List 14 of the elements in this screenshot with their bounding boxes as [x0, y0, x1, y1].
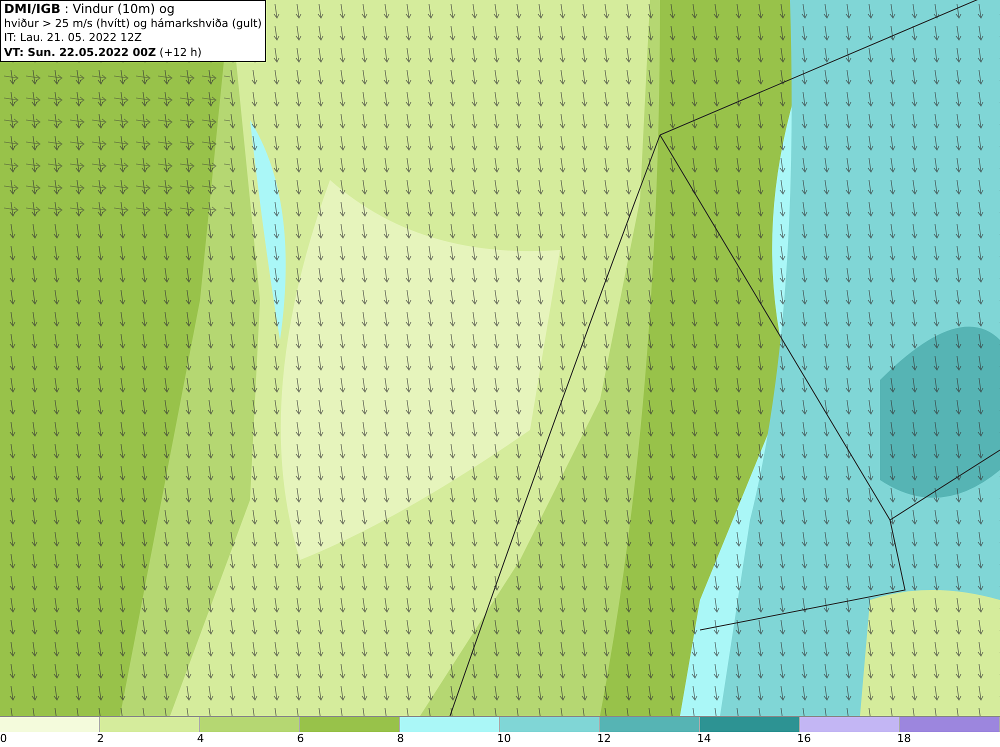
scale-label: 10	[497, 732, 511, 746]
title-text: VT: Sun. 22.05.2022 00Z (+12 h)	[4, 46, 203, 60]
scale-label: 18	[897, 732, 911, 746]
title-text: DMI/IGB : Vindur (10m) og	[4, 2, 176, 16]
scale-label: 14	[697, 732, 711, 746]
scale-label: 12	[597, 732, 611, 746]
scale-label: 2	[97, 732, 104, 746]
title-text: hviður > 25 m/s (hvítt) og hámarkshviða (gult)	[4, 16, 262, 31]
scale-label: 8	[397, 732, 404, 746]
scale-label: 4	[197, 732, 204, 746]
title-text: IT: Lau. 21. 05. 2022 12Z	[4, 31, 143, 46]
scale-label: 0	[0, 732, 7, 746]
scale-label: 16	[797, 732, 811, 746]
scale-label: 6	[297, 732, 304, 746]
